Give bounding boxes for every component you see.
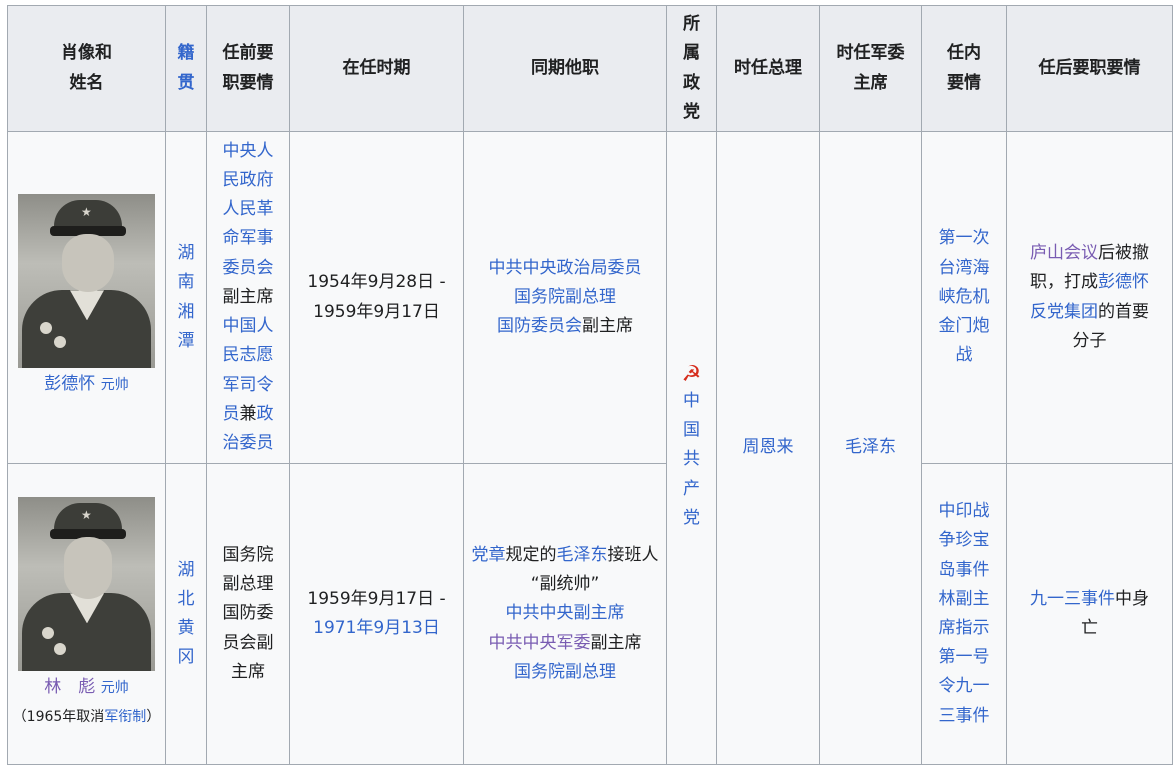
party-cell: ☭ 中国共产党 bbox=[666, 131, 717, 765]
concurrent-text: 规定的 bbox=[505, 544, 557, 565]
prior-text: 国务院副总理国防委员会副主席 bbox=[222, 544, 274, 682]
rank-note: （1965年取消军衔制） bbox=[12, 708, 161, 725]
prior-cell: 国务院副总理国防委员会副主席 bbox=[206, 463, 290, 765]
cmc-chairman-link[interactable]: 毛泽东 bbox=[845, 437, 896, 457]
event-link[interactable]: 金门炮战 bbox=[939, 316, 990, 365]
prior-cell: 中央人民政府人民革命军事委员会副主席中国人民志愿军司令员兼政治委员 bbox=[206, 131, 290, 464]
origin-link[interactable]: 湖南湘潭 bbox=[178, 239, 195, 356]
origin-link[interactable]: 湖北黄冈 bbox=[178, 556, 195, 673]
term-end: 1959年9月17日 bbox=[313, 301, 440, 322]
concurrent-link[interactable]: 国防委员会 bbox=[497, 316, 582, 336]
header-origin[interactable]: 籍贯 bbox=[165, 5, 207, 132]
portrait-cell: ★ 林 彪 元帅 （1965年取消军衔制） bbox=[7, 463, 166, 765]
header-concurrent[interactable]: 同期他职 bbox=[463, 5, 667, 132]
after-cell: 九一三事件中身亡 bbox=[1006, 463, 1173, 765]
prior-text: 副主席 bbox=[222, 286, 274, 307]
origin-cell: 湖北黄冈 bbox=[165, 463, 207, 765]
premier-link[interactable]: 周恩来 bbox=[743, 437, 794, 457]
header-premier[interactable]: 时任总理 bbox=[716, 5, 820, 132]
prior-link[interactable]: 中央人民政府人民革命军事委员会 bbox=[223, 141, 274, 278]
portrait-photo[interactable]: ★ bbox=[18, 497, 155, 672]
events-cell: 第一次台湾海峡危机金门炮战 bbox=[921, 131, 1007, 464]
cmc-cell: 毛泽东 bbox=[819, 131, 922, 765]
premier-cell: 周恩来 bbox=[716, 131, 820, 765]
party-link[interactable]: 中国共产党 bbox=[683, 387, 700, 533]
leaders-table: 肖像和姓名 籍贯 任前要职要情 在任时期 同期他职 所属政党 时任总理 时任军委… bbox=[7, 5, 1173, 765]
header-term[interactable]: 在任时期 bbox=[289, 5, 464, 132]
concurrent-text: 副主席 bbox=[582, 316, 633, 337]
rank-system-link[interactable]: 军衔制 bbox=[104, 709, 146, 725]
concurrent-cell: 党章规定的毛泽东接班人 “副统帅” 中共中央副主席 中共中央军委副主席 国务院副… bbox=[463, 463, 667, 765]
after-link[interactable]: 九一三事件 bbox=[1030, 589, 1115, 609]
term-cell: 1954年9月28日 - 1959年9月17日 bbox=[289, 131, 464, 464]
concurrent-link[interactable]: 党章 bbox=[472, 545, 506, 565]
concurrent-link[interactable]: 中共中央政治局委员 bbox=[466, 254, 664, 283]
after-link[interactable]: 庐山会议 bbox=[1030, 243, 1098, 263]
hammer-sickle-icon: ☭ bbox=[681, 361, 702, 387]
portrait-photo[interactable]: ★ bbox=[18, 194, 155, 369]
rank-link[interactable]: 元帅 bbox=[101, 377, 129, 393]
leader-name-link[interactable]: 彭德怀 bbox=[44, 374, 95, 394]
header-cmc[interactable]: 时任军委主席 bbox=[819, 5, 922, 132]
concurrent-cell: 中共中央政治局委员 国务院副总理 国防委员会副主席 bbox=[463, 131, 667, 464]
header-prior[interactable]: 任前要职要情 bbox=[206, 5, 290, 132]
concurrent-link[interactable]: 中共中央军委 bbox=[489, 633, 591, 653]
header-party[interactable]: 所属政党 bbox=[666, 5, 717, 132]
header-events[interactable]: 任内要情 bbox=[921, 5, 1007, 132]
term-end-link[interactable]: 1971年9月13日 bbox=[292, 614, 461, 643]
prior-text: 兼 bbox=[239, 403, 257, 424]
after-cell: 庐山会议后被撤职，打成彭德怀反党集团的首要分子 bbox=[1006, 131, 1173, 464]
term-cell: 1959年9月17日 - 1971年9月13日 bbox=[289, 463, 464, 765]
table-row: ★ 林 彪 元帅 （1965年取消军衔制） 湖北黄冈 国务院副总理国防委员会副主… bbox=[7, 463, 1173, 765]
concurrent-text: “副统帅” bbox=[530, 574, 600, 595]
header-after[interactable]: 任后要职要情 bbox=[1006, 5, 1173, 132]
concurrent-link[interactable]: 国务院副总理 bbox=[466, 658, 664, 687]
concurrent-text: 接班人 bbox=[607, 544, 659, 565]
rank-link[interactable]: 元帅 bbox=[101, 680, 129, 696]
concurrent-link[interactable]: 国务院副总理 bbox=[466, 283, 664, 312]
header-row: 肖像和姓名 籍贯 任前要职要情 在任时期 同期他职 所属政党 时任总理 时任军委… bbox=[7, 5, 1173, 132]
leader-name-link[interactable]: 林 彪 bbox=[44, 677, 95, 697]
concurrent-link[interactable]: 中共中央副主席 bbox=[466, 599, 664, 628]
header-portrait[interactable]: 肖像和姓名 bbox=[7, 5, 166, 132]
term-start: 1959年9月17日 - bbox=[307, 588, 446, 609]
concurrent-link[interactable]: 毛泽东 bbox=[557, 545, 608, 565]
event-link[interactable]: 第一次台湾海峡危机 bbox=[939, 228, 990, 306]
concurrent-text: 副主席 bbox=[590, 632, 642, 653]
term-start: 1954年9月28日 - bbox=[307, 272, 446, 293]
origin-cell: 湖南湘潭 bbox=[165, 131, 207, 464]
table-row: ★ 彭德怀 元帅 湖南湘潭 中央人民政府人民革命军事委员会副主席中国人民志愿军司… bbox=[7, 131, 1173, 765]
events-cell: 中印战争珍宝岛事件林副主席指示第一号令九一三事件 bbox=[921, 463, 1007, 765]
portrait-cell: ★ 彭德怀 元帅 bbox=[7, 131, 166, 464]
